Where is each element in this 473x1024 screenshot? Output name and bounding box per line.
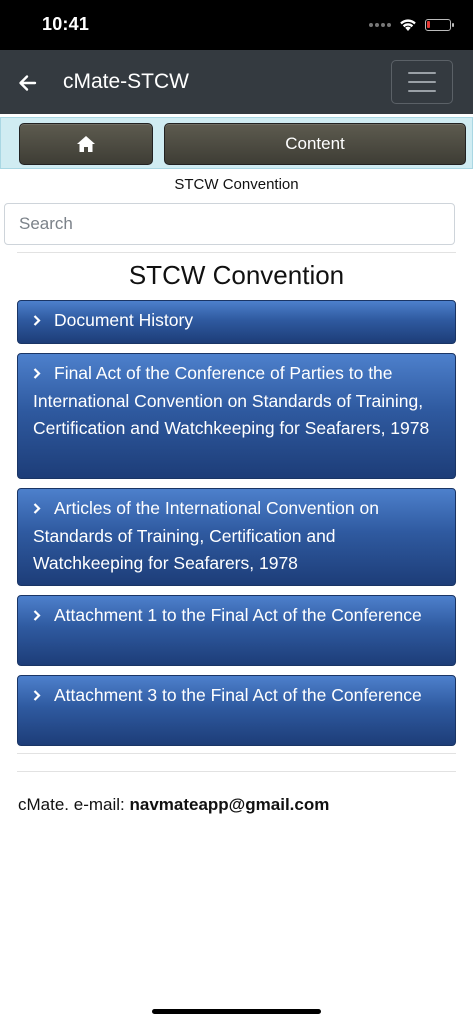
- arrow-left-icon[interactable]: [16, 72, 38, 94]
- battery-icon: [425, 19, 454, 31]
- chevron-right-icon: [33, 690, 41, 701]
- footer: cMate. e-mail: navmateapp@gmail.com: [18, 795, 329, 815]
- list-item-final-act[interactable]: Final Act of the Conference of Parties t…: [17, 353, 456, 479]
- status-icons: [369, 15, 454, 35]
- breadcrumb: STCW Convention: [174, 176, 299, 193]
- list-item-attachment-1[interactable]: Attachment 1 to the Final Act of the Con…: [17, 595, 456, 666]
- wifi-icon: [400, 19, 416, 31]
- content-button[interactable]: Content: [164, 123, 466, 165]
- chevron-right-icon: [33, 610, 41, 621]
- list-item-attachment-3[interactable]: Attachment 3 to the Final Act of the Con…: [17, 675, 456, 746]
- battery-level: [427, 21, 430, 28]
- hamburger-menu-icon: [408, 72, 436, 74]
- chevron-right-icon: [33, 368, 41, 379]
- list-item-label: Final Act of the Conference of Parties t…: [33, 363, 430, 438]
- list-item-label: Articles of the International Convention…: [33, 498, 379, 573]
- home-button[interactable]: [19, 123, 153, 165]
- cellular-signal-icon: [369, 23, 391, 27]
- home-indicator[interactable]: [152, 1009, 321, 1014]
- list-item-label: Attachment 3 to the Final Act of the Con…: [54, 685, 422, 705]
- list-item-document-history[interactable]: Document History: [17, 300, 456, 344]
- chevron-right-icon: [33, 315, 41, 326]
- list-item-label: Attachment 1 to the Final Act of the Con…: [54, 605, 422, 625]
- list-item-label: Document History: [54, 310, 194, 330]
- divider: [17, 252, 456, 253]
- chevron-right-icon: [33, 503, 41, 514]
- divider: [17, 753, 456, 754]
- hamburger-menu-button[interactable]: [391, 60, 453, 104]
- navbar: cMate-STCW: [0, 50, 473, 114]
- divider: [17, 771, 456, 772]
- status-time: 10:41: [42, 14, 90, 34]
- page-title: STCW Convention: [128, 260, 345, 290]
- list-item-articles[interactable]: Articles of the International Convention…: [17, 488, 456, 586]
- home-icon: [77, 136, 95, 152]
- search-input[interactable]: [4, 203, 455, 245]
- footer-label: cMate. e-mail:: [18, 795, 130, 814]
- app-screen: 10:41 cMate-STCW Content STCW Convention…: [0, 0, 473, 1024]
- app-title: cMate-STCW: [63, 70, 189, 93]
- toolbar: Content: [0, 117, 473, 169]
- status-bar: 10:41: [0, 0, 473, 50]
- footer-email[interactable]: navmateapp@gmail.com: [129, 795, 329, 814]
